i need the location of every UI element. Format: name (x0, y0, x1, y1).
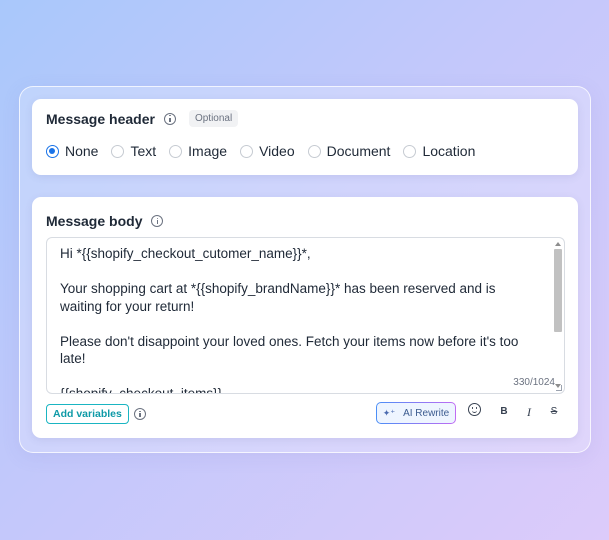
message-line: {{shopify_checkout_items}} (60, 386, 223, 394)
radio-label: Text (130, 143, 157, 159)
radio-option-image[interactable]: Image (169, 143, 227, 159)
scrollbar[interactable] (553, 240, 563, 390)
bold-button[interactable]: B (497, 406, 511, 417)
ai-rewrite-button[interactable]: ✦⁺ AI Rewrite (376, 402, 456, 424)
italic-button[interactable]: I (522, 405, 536, 420)
radio-label: Video (259, 143, 295, 159)
message-header-title-row: Message header Optional (46, 110, 239, 127)
radio-button[interactable] (240, 144, 254, 158)
character-counter: 330/1024 (511, 377, 555, 388)
message-body-title: Message body (46, 213, 143, 229)
info-icon[interactable] (151, 215, 164, 227)
radio-label: Location (422, 143, 476, 159)
message-line (60, 315, 540, 333)
radio-label: Document (326, 143, 391, 159)
radio-option-video[interactable]: Video (240, 143, 295, 159)
radio-button[interactable] (46, 144, 59, 158)
message-toolbar: Add variables ✦⁺ AI Rewrite B I S (46, 402, 565, 426)
optional-badge: Optional (188, 110, 239, 127)
radio-option-none[interactable]: None (46, 143, 98, 159)
sparkle-icon: ✦⁺ (382, 407, 396, 418)
scroll-up-arrow-icon[interactable] (555, 242, 561, 246)
radio-option-text[interactable]: Text (111, 143, 156, 159)
header-type-radio-group: None Text Image Video Document Location (46, 143, 488, 159)
radio-button[interactable] (111, 144, 125, 158)
info-icon[interactable] (163, 112, 176, 125)
info-icon[interactable] (134, 408, 146, 420)
radio-label: Image (188, 143, 228, 159)
message-header-card: Message header Optional None Text Image … (32, 99, 578, 175)
radio-label: None (65, 143, 99, 159)
radio-option-location[interactable]: Location (403, 143, 475, 159)
radio-button[interactable] (403, 144, 417, 158)
scrollbar-thumb[interactable] (554, 249, 562, 332)
message-header-title: Message header (46, 110, 155, 127)
ai-rewrite-label: AI Rewrite (403, 407, 450, 419)
message-text[interactable]: Hi *{{shopify_checkout_cutomer_name}}*, … (60, 245, 540, 394)
message-body-card: Message body Hi *{{shopify_checkout_cuto… (32, 197, 578, 438)
resize-handle-icon[interactable] (556, 385, 562, 391)
message-body-title-row: Message body (46, 213, 164, 229)
message-line: Please don't disappoint your loved ones.… (60, 333, 519, 367)
message-line: Your shopping cart at *{{shopify_brandNa… (60, 281, 496, 314)
message-line: Hi *{{shopify_checkout_cutomer_name}}*, (60, 246, 311, 261)
message-body-textarea[interactable]: Hi *{{shopify_checkout_cutomer_name}}*, … (46, 237, 565, 394)
emoji-icon[interactable] (468, 403, 481, 416)
message-line (60, 263, 540, 281)
add-variables-button[interactable]: Add variables (46, 404, 129, 424)
radio-button[interactable] (307, 144, 321, 158)
radio-option-document[interactable]: Document (307, 143, 391, 159)
strikethrough-button[interactable]: S (547, 406, 561, 417)
message-line (60, 368, 540, 386)
radio-button[interactable] (169, 144, 183, 158)
